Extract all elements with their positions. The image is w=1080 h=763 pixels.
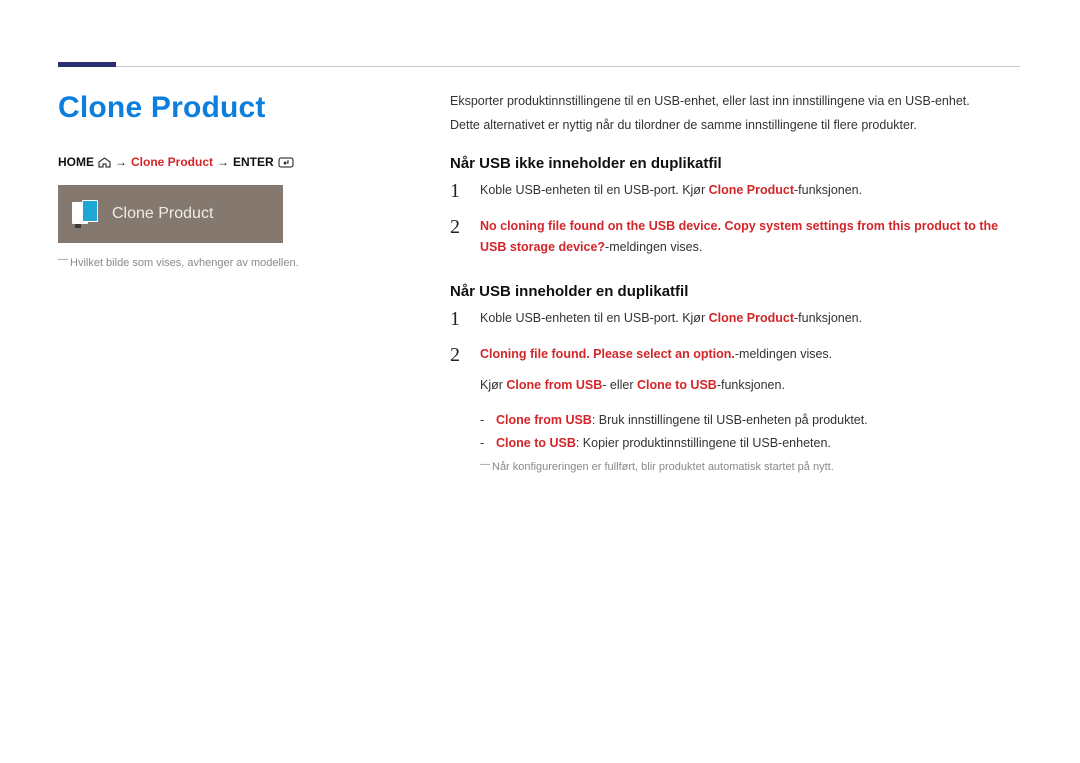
- highlight-message: Cloning file found. Please select an opt…: [480, 347, 735, 361]
- sub-item-1: - Clone from USB: Bruk innstillingene ti…: [480, 410, 1020, 431]
- step-body: Koble USB-enheten til en USB-port. Kjør …: [480, 308, 862, 330]
- breadcrumb: HOME → Clone Product → ENTER: [58, 155, 418, 169]
- highlight-clone-to-usb: Clone to USB: [496, 436, 576, 450]
- columns: Clone Product HOME → Clone Product → ENT…: [58, 91, 1020, 473]
- section-a-step2: 2 No cloning file found on the USB devic…: [450, 216, 1020, 259]
- highlight-clone-from-usb: Clone from USB: [506, 378, 602, 392]
- text: -meldingen vises.: [735, 347, 832, 361]
- text: : Bruk innstillingene til USB-enheten på…: [592, 413, 868, 427]
- rule-accent: [58, 62, 116, 67]
- left-footnote: Hvilket bilde som vises, avhenger av mod…: [58, 257, 418, 269]
- highlight-clone-product: Clone Product: [709, 311, 794, 325]
- home-icon: [98, 157, 111, 168]
- dash-icon: -: [480, 410, 496, 431]
- breadcrumb-enter: ENTER: [233, 155, 274, 169]
- breadcrumb-home: HOME: [58, 155, 94, 169]
- sub-text: Clone to USB: Kopier produktinnstillinge…: [496, 433, 831, 454]
- text: - eller: [602, 378, 637, 392]
- breadcrumb-clone: Clone Product: [131, 155, 213, 169]
- clone-icon: [72, 200, 100, 228]
- text: Koble USB-enheten til en USB-port. Kjør: [480, 183, 709, 197]
- section-b-note: Når konfigureringen er fullført, blir pr…: [480, 461, 1020, 473]
- section-a-step1: 1 Koble USB-enheten til en USB-port. Kjø…: [450, 180, 1020, 202]
- text: Kjør: [480, 378, 506, 392]
- step-body: Cloning file found. Please select an opt…: [480, 344, 832, 397]
- sub-text: Clone from USB: Bruk innstillingene til …: [496, 410, 868, 431]
- intro: Eksporter produktinnstillingene til en U…: [450, 91, 1020, 135]
- text: -funksjonen.: [794, 183, 862, 197]
- highlight-clone-from-usb: Clone from USB: [496, 413, 592, 427]
- highlight-clone-product: Clone Product: [709, 183, 794, 197]
- text: -funksjonen.: [717, 378, 785, 392]
- top-rule: [58, 62, 1020, 67]
- step-num: 1: [450, 308, 480, 330]
- breadcrumb-arrow2: →: [217, 155, 229, 169]
- step2-extra: Kjør Clone from USB- eller Clone to USB-…: [480, 375, 832, 396]
- section-b-heading: Når USB inneholder en duplikatfil: [450, 283, 1020, 300]
- right-column: Eksporter produktinnstillingene til en U…: [450, 91, 1020, 473]
- highlight-message: No cloning file found on the USB device.…: [480, 219, 998, 254]
- page-title: Clone Product: [58, 91, 418, 125]
- highlight-clone-to-usb: Clone to USB: [637, 378, 717, 392]
- rule-line: [116, 66, 1020, 67]
- step-num: 2: [450, 216, 480, 259]
- text: : Kopier produktinnstillingene til USB-e…: [576, 436, 831, 450]
- text: -funksjonen.: [794, 311, 862, 325]
- step-num: 1: [450, 180, 480, 202]
- left-column: Clone Product HOME → Clone Product → ENT…: [58, 91, 450, 473]
- step-num: 2: [450, 344, 480, 397]
- text: -meldingen vises.: [605, 240, 702, 254]
- step-body: No cloning file found on the USB device.…: [480, 216, 1020, 259]
- section-a-heading: Når USB ikke inneholder en duplikatfil: [450, 155, 1020, 172]
- text: Koble USB-enheten til en USB-port. Kjør: [480, 311, 709, 325]
- breadcrumb-arrow1: →: [115, 155, 127, 169]
- intro-p2: Dette alternativet er nyttig når du tilo…: [450, 115, 1020, 135]
- chip-label: Clone Product: [112, 205, 213, 223]
- section-b-step1: 1 Koble USB-enheten til en USB-port. Kjø…: [450, 308, 1020, 330]
- intro-p1: Eksporter produktinnstillingene til en U…: [450, 91, 1020, 111]
- sub-item-2: - Clone to USB: Kopier produktinnstillin…: [480, 433, 1020, 454]
- page: Clone Product HOME → Clone Product → ENT…: [0, 0, 1080, 473]
- dash-icon: -: [480, 433, 496, 454]
- step-body: Koble USB-enheten til en USB-port. Kjør …: [480, 180, 862, 202]
- clone-product-chip: Clone Product: [58, 185, 283, 243]
- enter-icon: [278, 157, 294, 168]
- section-b-step2: 2 Cloning file found. Please select an o…: [450, 344, 1020, 397]
